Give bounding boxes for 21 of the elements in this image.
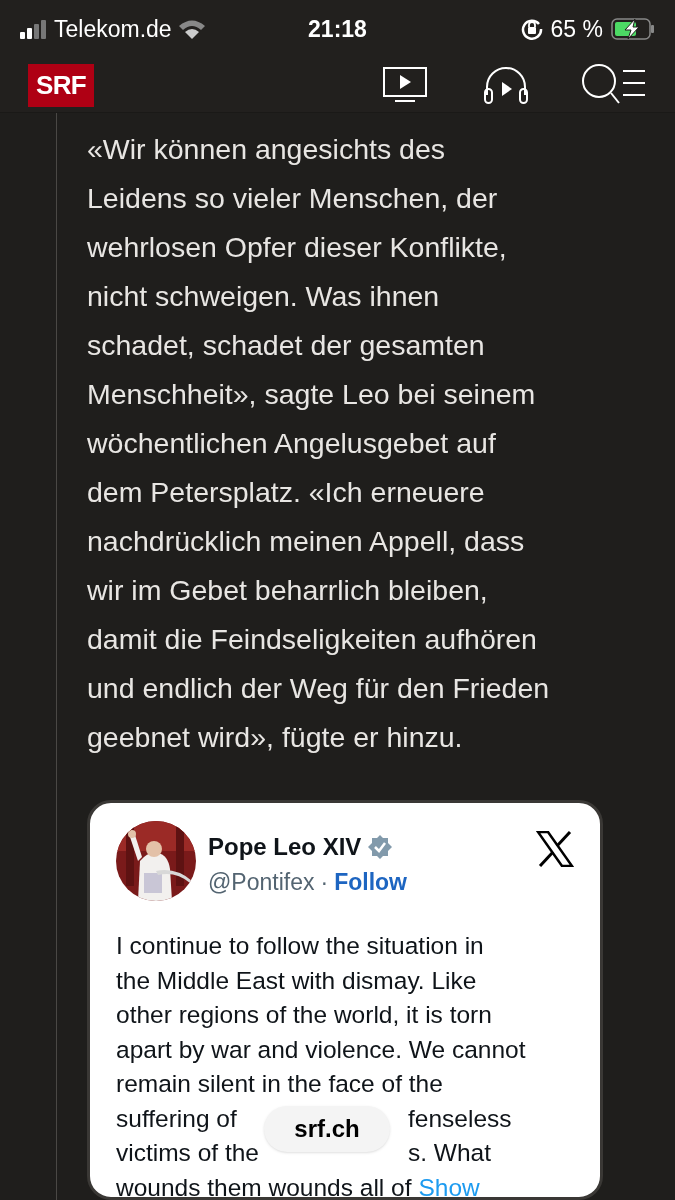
post-text-fragment: fenseless <box>408 1103 512 1134</box>
headphones-play-icon[interactable] <box>483 65 529 106</box>
author-handle: @Pontifex <box>208 868 315 897</box>
battery-percentage: 65 % <box>550 14 603 44</box>
post-text-fragment: suffering of <box>116 1103 237 1134</box>
x-logo-icon[interactable] <box>536 831 574 867</box>
carrier-name: Telekom.de <box>54 14 172 44</box>
clock-time: 21:18 <box>308 14 367 44</box>
author-name: Pope Leo XIV <box>208 832 362 862</box>
url-pill[interactable]: srf.ch <box>264 1106 390 1152</box>
signal-icon <box>20 19 48 40</box>
tv-play-icon[interactable] <box>383 67 427 104</box>
post-text-fragment: victims of the <box>116 1138 259 1168</box>
separator-dot: · <box>320 868 329 897</box>
post-text-line: wounds them wounds all of <box>116 1172 412 1200</box>
article-paragraph: «Wir können angesichts des Leidens so vieler Menschen, der wehrlosen Opfer dieser Konflikte, nicht schweigen. Was ihnen schadet, schadet der gesamten Menschheit», sagte Leo bei seinem wöchentlichen Angelusgebet auf dem Petersplatz. «Ich erneuere nachdrücklich meinen Appell, dass wir im Gebet beharrlich bleiben, damit die Feindseligkeiten aufhören und endlich der Weg für den Frieden geebnet wird», fügte er hinzu. <box>87 132 550 755</box>
wifi-icon <box>177 19 206 40</box>
rotation-lock-icon <box>520 18 543 41</box>
srf-logo[interactable]: SRF <box>28 63 94 107</box>
follow-link[interactable]: Follow <box>334 865 407 900</box>
post-text-fragment: s. What <box>408 1138 492 1168</box>
